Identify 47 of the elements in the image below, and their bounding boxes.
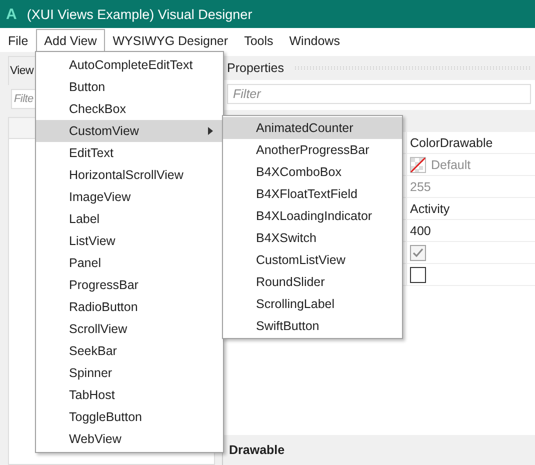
property-value: Activity bbox=[410, 202, 450, 216]
menu-entry[interactable]: ScrollView bbox=[36, 318, 223, 340]
menu-entry[interactable]: EditText bbox=[36, 142, 223, 164]
menu-entry[interactable]: B4XSwitch bbox=[223, 227, 402, 249]
menu-entry[interactable]: SwiftButton bbox=[223, 315, 402, 337]
section-header: Drawable bbox=[229, 443, 285, 457]
menu-entry[interactable]: CheckBox bbox=[36, 98, 223, 120]
menu-item[interactable]: Add View bbox=[36, 29, 105, 52]
menu-entry[interactable]: CustomView bbox=[36, 120, 223, 142]
menu-entry[interactable]: ProgressBar bbox=[36, 274, 223, 296]
menu-entry[interactable]: CustomListView bbox=[223, 249, 402, 271]
menu-entry[interactable]: SeekBar bbox=[36, 340, 223, 362]
menu-entry[interactable]: ScrollingLabel bbox=[223, 293, 402, 315]
menu-entry[interactable]: B4XLoadingIndicator bbox=[223, 205, 402, 227]
checkbox[interactable] bbox=[410, 266, 426, 282]
submenu-arrow-icon bbox=[208, 127, 213, 135]
property-value: 400 bbox=[410, 224, 431, 238]
menu-item[interactable]: Windows bbox=[281, 29, 348, 52]
property-value: ColorDrawable bbox=[410, 136, 493, 150]
menu-entry[interactable]: ListView bbox=[36, 230, 223, 252]
menu-entry[interactable]: Button bbox=[36, 76, 223, 98]
panel-title: Properties bbox=[227, 61, 284, 75]
panel-tab[interactable]: View bbox=[10, 65, 34, 77]
menu-entry[interactable]: B4XComboBox bbox=[223, 161, 402, 183]
no-color-icon bbox=[410, 156, 426, 172]
menu-entry[interactable]: Label bbox=[36, 208, 223, 230]
menu-entry[interactable]: Spinner bbox=[36, 362, 223, 384]
menu-entry[interactable]: AnotherProgressBar bbox=[223, 139, 402, 161]
menu-entry[interactable]: WebView bbox=[36, 428, 223, 450]
property-value: Default bbox=[431, 158, 471, 172]
menu-item[interactable]: File bbox=[0, 29, 36, 52]
menu-entry[interactable]: ImageView bbox=[36, 186, 223, 208]
menu-entry[interactable]: Panel bbox=[36, 252, 223, 274]
window-title: (XUI Views Example) Visual Designer bbox=[26, 6, 252, 22]
menu-entry[interactable]: RoundSlider bbox=[223, 271, 402, 293]
menu-entry[interactable]: AutoCompleteEditText bbox=[36, 54, 223, 76]
menu-item[interactable]: Tools bbox=[236, 29, 282, 52]
menu-entry[interactable]: HorizontalScrollView bbox=[36, 164, 223, 186]
menu-entry[interactable]: B4XFloatTextField bbox=[223, 183, 402, 205]
menu-entry[interactable]: ToggleButton bbox=[36, 406, 223, 428]
menu-entry[interactable]: RadioButton bbox=[36, 296, 223, 318]
menu-entry[interactable]: TabHost bbox=[36, 384, 223, 406]
property-value: 255 bbox=[410, 180, 431, 194]
menu-item[interactable]: WYSIWYG Designer bbox=[104, 29, 236, 52]
menu-entry[interactable]: AnimatedCounter bbox=[223, 117, 402, 139]
filter-field[interactable]: Filter bbox=[227, 84, 531, 104]
app-logo: A bbox=[6, 6, 17, 22]
